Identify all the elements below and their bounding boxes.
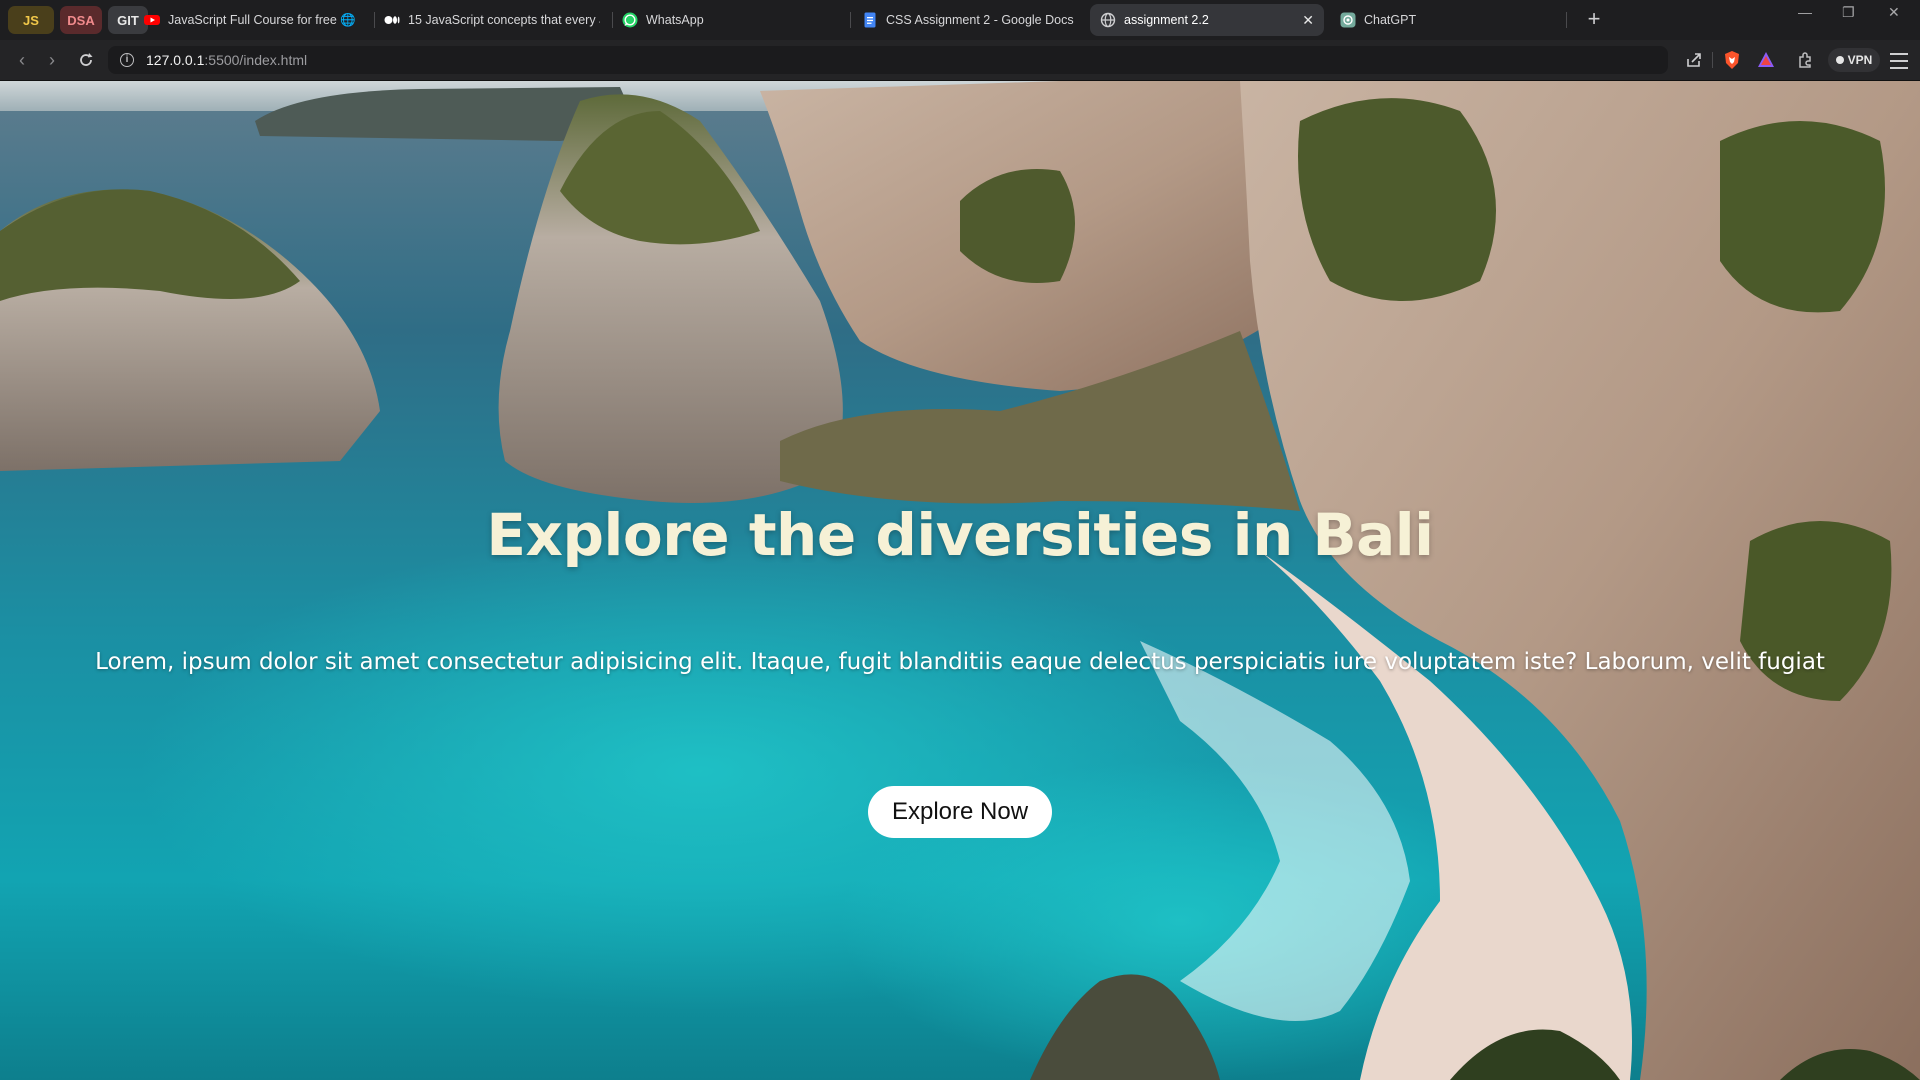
- tab-group-js[interactable]: JS: [8, 6, 54, 34]
- tab-assignment-2-2[interactable]: assignment 2.2 ✕: [1090, 4, 1324, 36]
- minimize-icon[interactable]: —: [1798, 4, 1812, 20]
- restore-icon[interactable]: ❐: [1842, 4, 1855, 21]
- tab-title: WhatsApp: [646, 13, 704, 27]
- reload-icon[interactable]: [76, 50, 96, 70]
- close-tab-icon[interactable]: ✕: [1302, 12, 1314, 29]
- whatsapp-icon: [622, 12, 638, 28]
- tab-title: CSS Assignment 2 - Google Docs: [886, 13, 1074, 27]
- forward-button[interactable]: ›: [40, 48, 64, 72]
- browser-toolbar: ‹ › i 127.0.0.1:5500/index.html VPN: [0, 40, 1920, 81]
- close-window-icon[interactable]: ✕: [1888, 4, 1900, 21]
- youtube-icon: [144, 15, 160, 25]
- chatgpt-icon: [1340, 12, 1356, 28]
- globe-icon: [1100, 12, 1116, 28]
- toolbar-divider: [1712, 52, 1713, 68]
- tab-css-assignment-docs[interactable]: CSS Assignment 2 - Google Docs: [852, 4, 1086, 36]
- tab-chatgpt[interactable]: ChatGPT: [1330, 4, 1562, 36]
- hero-description: Lorem, ipsum dolor sit amet consectetur …: [95, 649, 1825, 675]
- address-bar[interactable]: i 127.0.0.1:5500/index.html: [108, 46, 1668, 74]
- explore-now-button[interactable]: Explore Now: [868, 786, 1052, 838]
- hero-section: Explore the diversities in Bali Lorem, i…: [0, 81, 1920, 1080]
- tab-divider: [1566, 12, 1567, 28]
- brave-shields-icon[interactable]: [1722, 50, 1742, 70]
- url-host: 127.0.0.1: [146, 52, 205, 68]
- tab-javascript-concepts[interactable]: 15 JavaScript concepts that every Ja: [374, 4, 610, 36]
- menu-icon[interactable]: [1888, 48, 1910, 72]
- vpn-status-icon: [1835, 56, 1844, 64]
- google-docs-icon: [864, 12, 876, 28]
- tab-strip: JS DSA GIT JavaScript Full Course for fr…: [0, 0, 1920, 40]
- extensions-icon[interactable]: [1796, 50, 1816, 70]
- hero-title: Explore the diversities in Bali: [486, 501, 1434, 569]
- medium-icon: [384, 16, 400, 24]
- brave-rewards-icon[interactable]: [1756, 50, 1776, 70]
- vpn-label: VPN: [1847, 53, 1873, 67]
- share-icon[interactable]: [1684, 50, 1704, 70]
- url-path: :5500/index.html: [204, 52, 308, 68]
- tab-divider: [850, 12, 851, 28]
- back-button[interactable]: ‹: [10, 48, 34, 72]
- tab-title: JavaScript Full Course for free 🌐 (20: [168, 12, 356, 27]
- tab-title: ChatGPT: [1364, 13, 1417, 27]
- tab-title: assignment 2.2: [1124, 13, 1209, 27]
- page-viewport: Explore the diversities in Bali Lorem, i…: [0, 81, 1920, 1080]
- tab-youtube-javascript-course[interactable]: JavaScript Full Course for free 🌐 (20: [134, 4, 366, 36]
- tab-whatsapp[interactable]: WhatsApp: [612, 4, 842, 36]
- vpn-button[interactable]: VPN: [1828, 48, 1880, 72]
- tab-group-dsa[interactable]: DSA: [60, 6, 102, 34]
- new-tab-button[interactable]: +: [1580, 6, 1608, 34]
- tab-title: 15 JavaScript concepts that every Ja: [408, 13, 600, 27]
- site-info-icon[interactable]: i: [120, 53, 134, 67]
